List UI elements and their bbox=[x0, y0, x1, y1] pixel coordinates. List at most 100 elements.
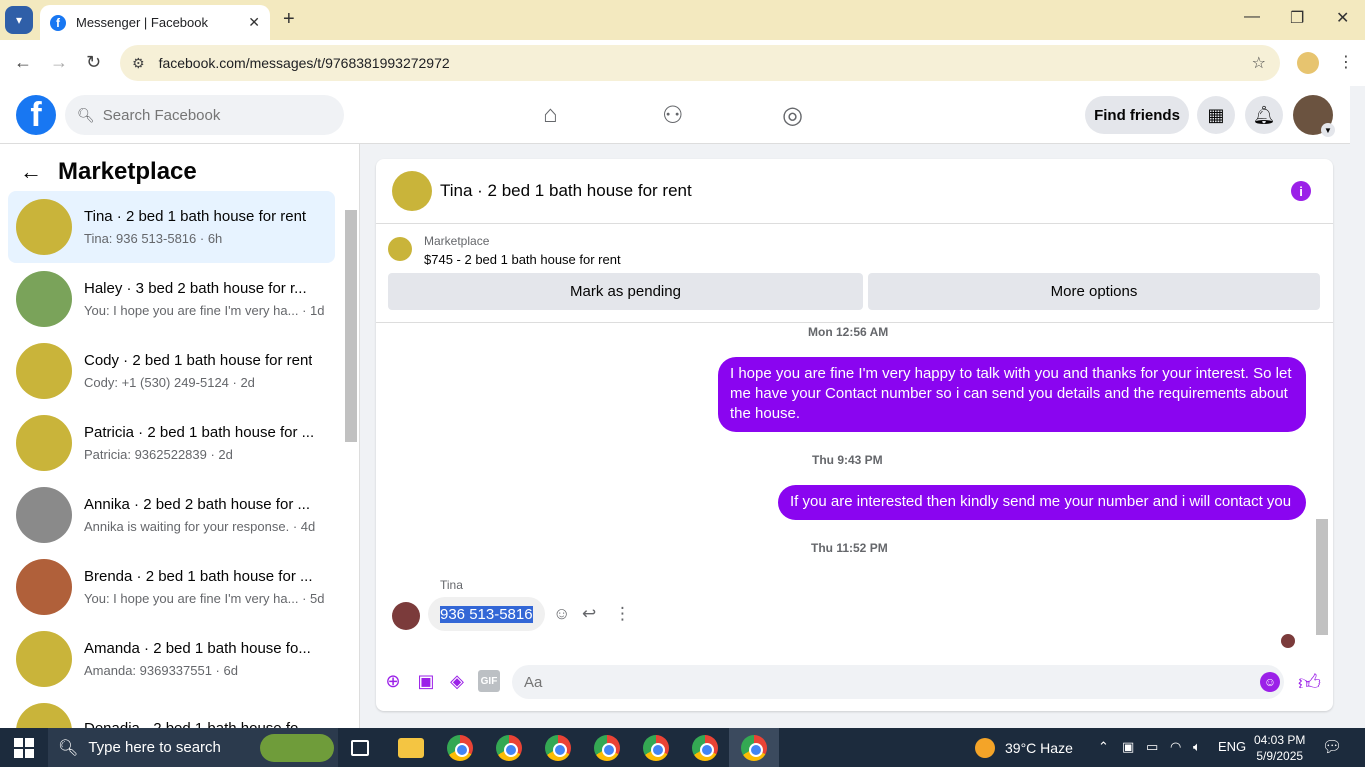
browser-menu-icon[interactable]: ⋮ bbox=[1338, 52, 1354, 72]
bell-icon[interactable]: 🔔︎ bbox=[1245, 96, 1283, 134]
minimize-button[interactable]: — bbox=[1244, 8, 1260, 26]
chat-scrollbar[interactable] bbox=[1314, 322, 1330, 652]
conversation-snippet: Tina: 936 513-5816 · 6h bbox=[84, 231, 223, 246]
windows-taskbar: 🔍︎ Type here to search 39°C Haze ⌃ ▣ ▭ ◠… bbox=[0, 728, 1365, 767]
facebook-logo-icon[interactable]: f bbox=[16, 95, 56, 135]
menu-grid-icon[interactable]: ▦ bbox=[1197, 96, 1235, 134]
facebook-search[interactable]: 🔍︎ bbox=[65, 95, 344, 135]
chrome-icon[interactable] bbox=[594, 735, 620, 761]
chrome-icon[interactable] bbox=[496, 735, 522, 761]
sent-message[interactable]: If you are interested then kindly send m… bbox=[778, 485, 1306, 520]
message-input[interactable] bbox=[512, 665, 1284, 699]
mark-as-pending-button[interactable]: Mark as pending bbox=[388, 273, 863, 310]
conversation-snippet: You: I hope you are fine I'm very ha... … bbox=[84, 303, 325, 318]
find-friends-button[interactable]: Find friends bbox=[1085, 96, 1189, 134]
taskbar-clock[interactable]: 04:03 PM 5/9/2025 bbox=[1254, 732, 1305, 764]
listing-photo[interactable] bbox=[392, 171, 432, 211]
tab-search-button[interactable]: ▾ bbox=[5, 6, 33, 34]
search-highlight-image bbox=[260, 734, 334, 762]
conversation-item[interactable]: Haley · 3 bed 2 bath house for r... You: … bbox=[8, 263, 335, 335]
profile-avatar-icon[interactable] bbox=[1297, 52, 1319, 74]
forward-arrow-icon[interactable]: → bbox=[50, 52, 68, 73]
photo-icon[interactable]: ▣ bbox=[415, 670, 437, 692]
site-info-icon[interactable]: ⚙ bbox=[132, 55, 145, 72]
maximize-button[interactable]: ❐ bbox=[1290, 8, 1304, 28]
conversation-item[interactable]: Brenda · 2 bed 1 bath house for ... You: … bbox=[8, 551, 335, 623]
tray-chevron-icon[interactable]: ⌃ bbox=[1098, 739, 1109, 755]
window-close-button[interactable]: ✕ bbox=[1336, 8, 1349, 28]
friends-icon[interactable]: ⚇ bbox=[662, 101, 684, 130]
chrome-icon[interactable] bbox=[741, 735, 767, 761]
conversation-item[interactable]: Annika · 2 bed 2 bath house for ... Annik… bbox=[8, 479, 335, 551]
sent-message[interactable]: I hope you are fine I'm very happy to ta… bbox=[718, 357, 1306, 432]
received-message-text: 936 513-5816 bbox=[440, 605, 533, 623]
tab-close-icon[interactable]: ✕ bbox=[248, 14, 260, 31]
file-explorer-icon[interactable] bbox=[398, 738, 424, 758]
seen-avatar bbox=[1281, 634, 1295, 648]
conversation-snippet: Patricia: 9362522839 · 2d bbox=[84, 447, 233, 462]
windows-start-icon[interactable] bbox=[14, 738, 34, 758]
thumbs-up-icon[interactable]: 👍︎ bbox=[1298, 669, 1321, 696]
browser-tab[interactable]: f Messenger | Facebook ✕ bbox=[40, 5, 270, 40]
volume-icon[interactable]: 🔈︎ bbox=[1193, 739, 1201, 755]
conversation-photo bbox=[16, 559, 72, 615]
search-input[interactable] bbox=[102, 106, 323, 124]
url-text: facebook.com/messages/t/9768381993272972 bbox=[158, 55, 450, 71]
wifi-icon[interactable]: ◠ bbox=[1170, 739, 1181, 755]
conversation-item[interactable]: Denadia · 2 bed 1 bath house fo... bbox=[8, 695, 335, 728]
chat-header: Tina · 2 bed 1 bath house for rent i bbox=[376, 159, 1333, 224]
facebook-favicon-icon: f bbox=[50, 14, 66, 31]
new-tab-button[interactable]: + bbox=[283, 8, 295, 31]
facebook-header: f 🔍︎ ⌂ ⚇ ◎ Find friends ▦ 🔔︎ ▼ bbox=[0, 86, 1350, 144]
gif-icon[interactable]: GIF bbox=[478, 670, 500, 692]
add-icon[interactable]: ⊕ bbox=[382, 670, 404, 692]
chrome-icon[interactable] bbox=[545, 735, 571, 761]
address-bar[interactable]: ⚙ facebook.com/messages/t/97683819932729… bbox=[120, 45, 1280, 81]
tab-title: Messenger | Facebook bbox=[76, 15, 208, 30]
sender-avatar[interactable] bbox=[392, 602, 420, 630]
marketplace-label: Marketplace bbox=[424, 234, 490, 248]
back-arrow-icon[interactable]: ← bbox=[14, 52, 32, 73]
emoji-icon[interactable]: ☺ bbox=[1260, 672, 1280, 692]
conversation-item[interactable]: Patricia · 2 bed 1 bath house for ... Pat… bbox=[8, 407, 335, 479]
back-arrow-icon[interactable]: ← bbox=[20, 159, 42, 185]
sticker-icon[interactable]: ◈ bbox=[446, 670, 468, 692]
sidebar-title: Marketplace bbox=[58, 158, 197, 185]
timestamp: Thu 11:52 PM bbox=[811, 541, 888, 555]
more-options-button[interactable]: More options bbox=[868, 273, 1320, 310]
weather-widget[interactable]: 39°C Haze bbox=[975, 738, 1073, 758]
conversation-item[interactable]: Tina · 2 bed 1 bath house for rent Tina: … bbox=[8, 191, 335, 263]
marketplace-listing-bar[interactable]: Marketplace $745 - 2 bed 1 bath house fo… bbox=[388, 234, 621, 267]
conversation-item[interactable]: Cody · 2 bed 1 bath house for rent Cody: … bbox=[8, 335, 335, 407]
conversation-name: Denadia · 2 bed 1 bath house fo... bbox=[84, 719, 311, 729]
account-avatar[interactable]: ▼ bbox=[1293, 95, 1335, 137]
conversation-name: Annika · 2 bed 2 bath house for ... bbox=[84, 496, 310, 513]
chrome-icon[interactable] bbox=[447, 735, 473, 761]
conversation-item[interactable]: Amanda · 2 bed 1 bath house fo... Amanda:… bbox=[8, 623, 335, 695]
tray-app-icon[interactable]: ▣ bbox=[1122, 739, 1134, 755]
battery-icon[interactable]: ▭ bbox=[1146, 739, 1158, 755]
conversation-snippet: Amanda: 9369337551 · 6d bbox=[84, 663, 238, 678]
info-icon[interactable]: i bbox=[1291, 181, 1311, 201]
search-icon: 🔍︎ bbox=[58, 739, 79, 757]
language-indicator[interactable]: ENG bbox=[1218, 739, 1246, 754]
conversation-photo bbox=[16, 199, 72, 255]
chrome-icon[interactable] bbox=[692, 735, 718, 761]
bookmark-star-icon[interactable]: ☆ bbox=[1252, 53, 1266, 73]
sidebar-scrollbar[interactable] bbox=[344, 194, 357, 724]
reply-icon[interactable]: ↩ bbox=[582, 604, 596, 624]
chat-title[interactable]: Tina · 2 bed 1 bath house for rent bbox=[440, 181, 692, 201]
timestamp: Thu 9:43 PM bbox=[812, 453, 883, 467]
more-actions-icon[interactable]: ⋮ bbox=[614, 604, 631, 624]
reload-icon[interactable]: ↻ bbox=[86, 52, 101, 73]
chrome-icon[interactable] bbox=[643, 735, 669, 761]
groups-icon[interactable]: ◎ bbox=[782, 101, 803, 130]
react-emoji-icon[interactable]: ☺ bbox=[553, 604, 570, 624]
page-scrollbar[interactable] bbox=[1350, 86, 1365, 728]
conversation-name: Patricia · 2 bed 1 bath house for ... bbox=[84, 424, 315, 441]
home-icon[interactable]: ⌂ bbox=[543, 101, 558, 129]
received-message[interactable]: 936 513-5816 bbox=[428, 597, 545, 631]
notification-center-icon[interactable]: 💬︎ bbox=[1322, 737, 1342, 757]
task-view-icon[interactable] bbox=[351, 740, 369, 756]
taskbar-search[interactable]: 🔍︎ Type here to search bbox=[48, 728, 338, 767]
